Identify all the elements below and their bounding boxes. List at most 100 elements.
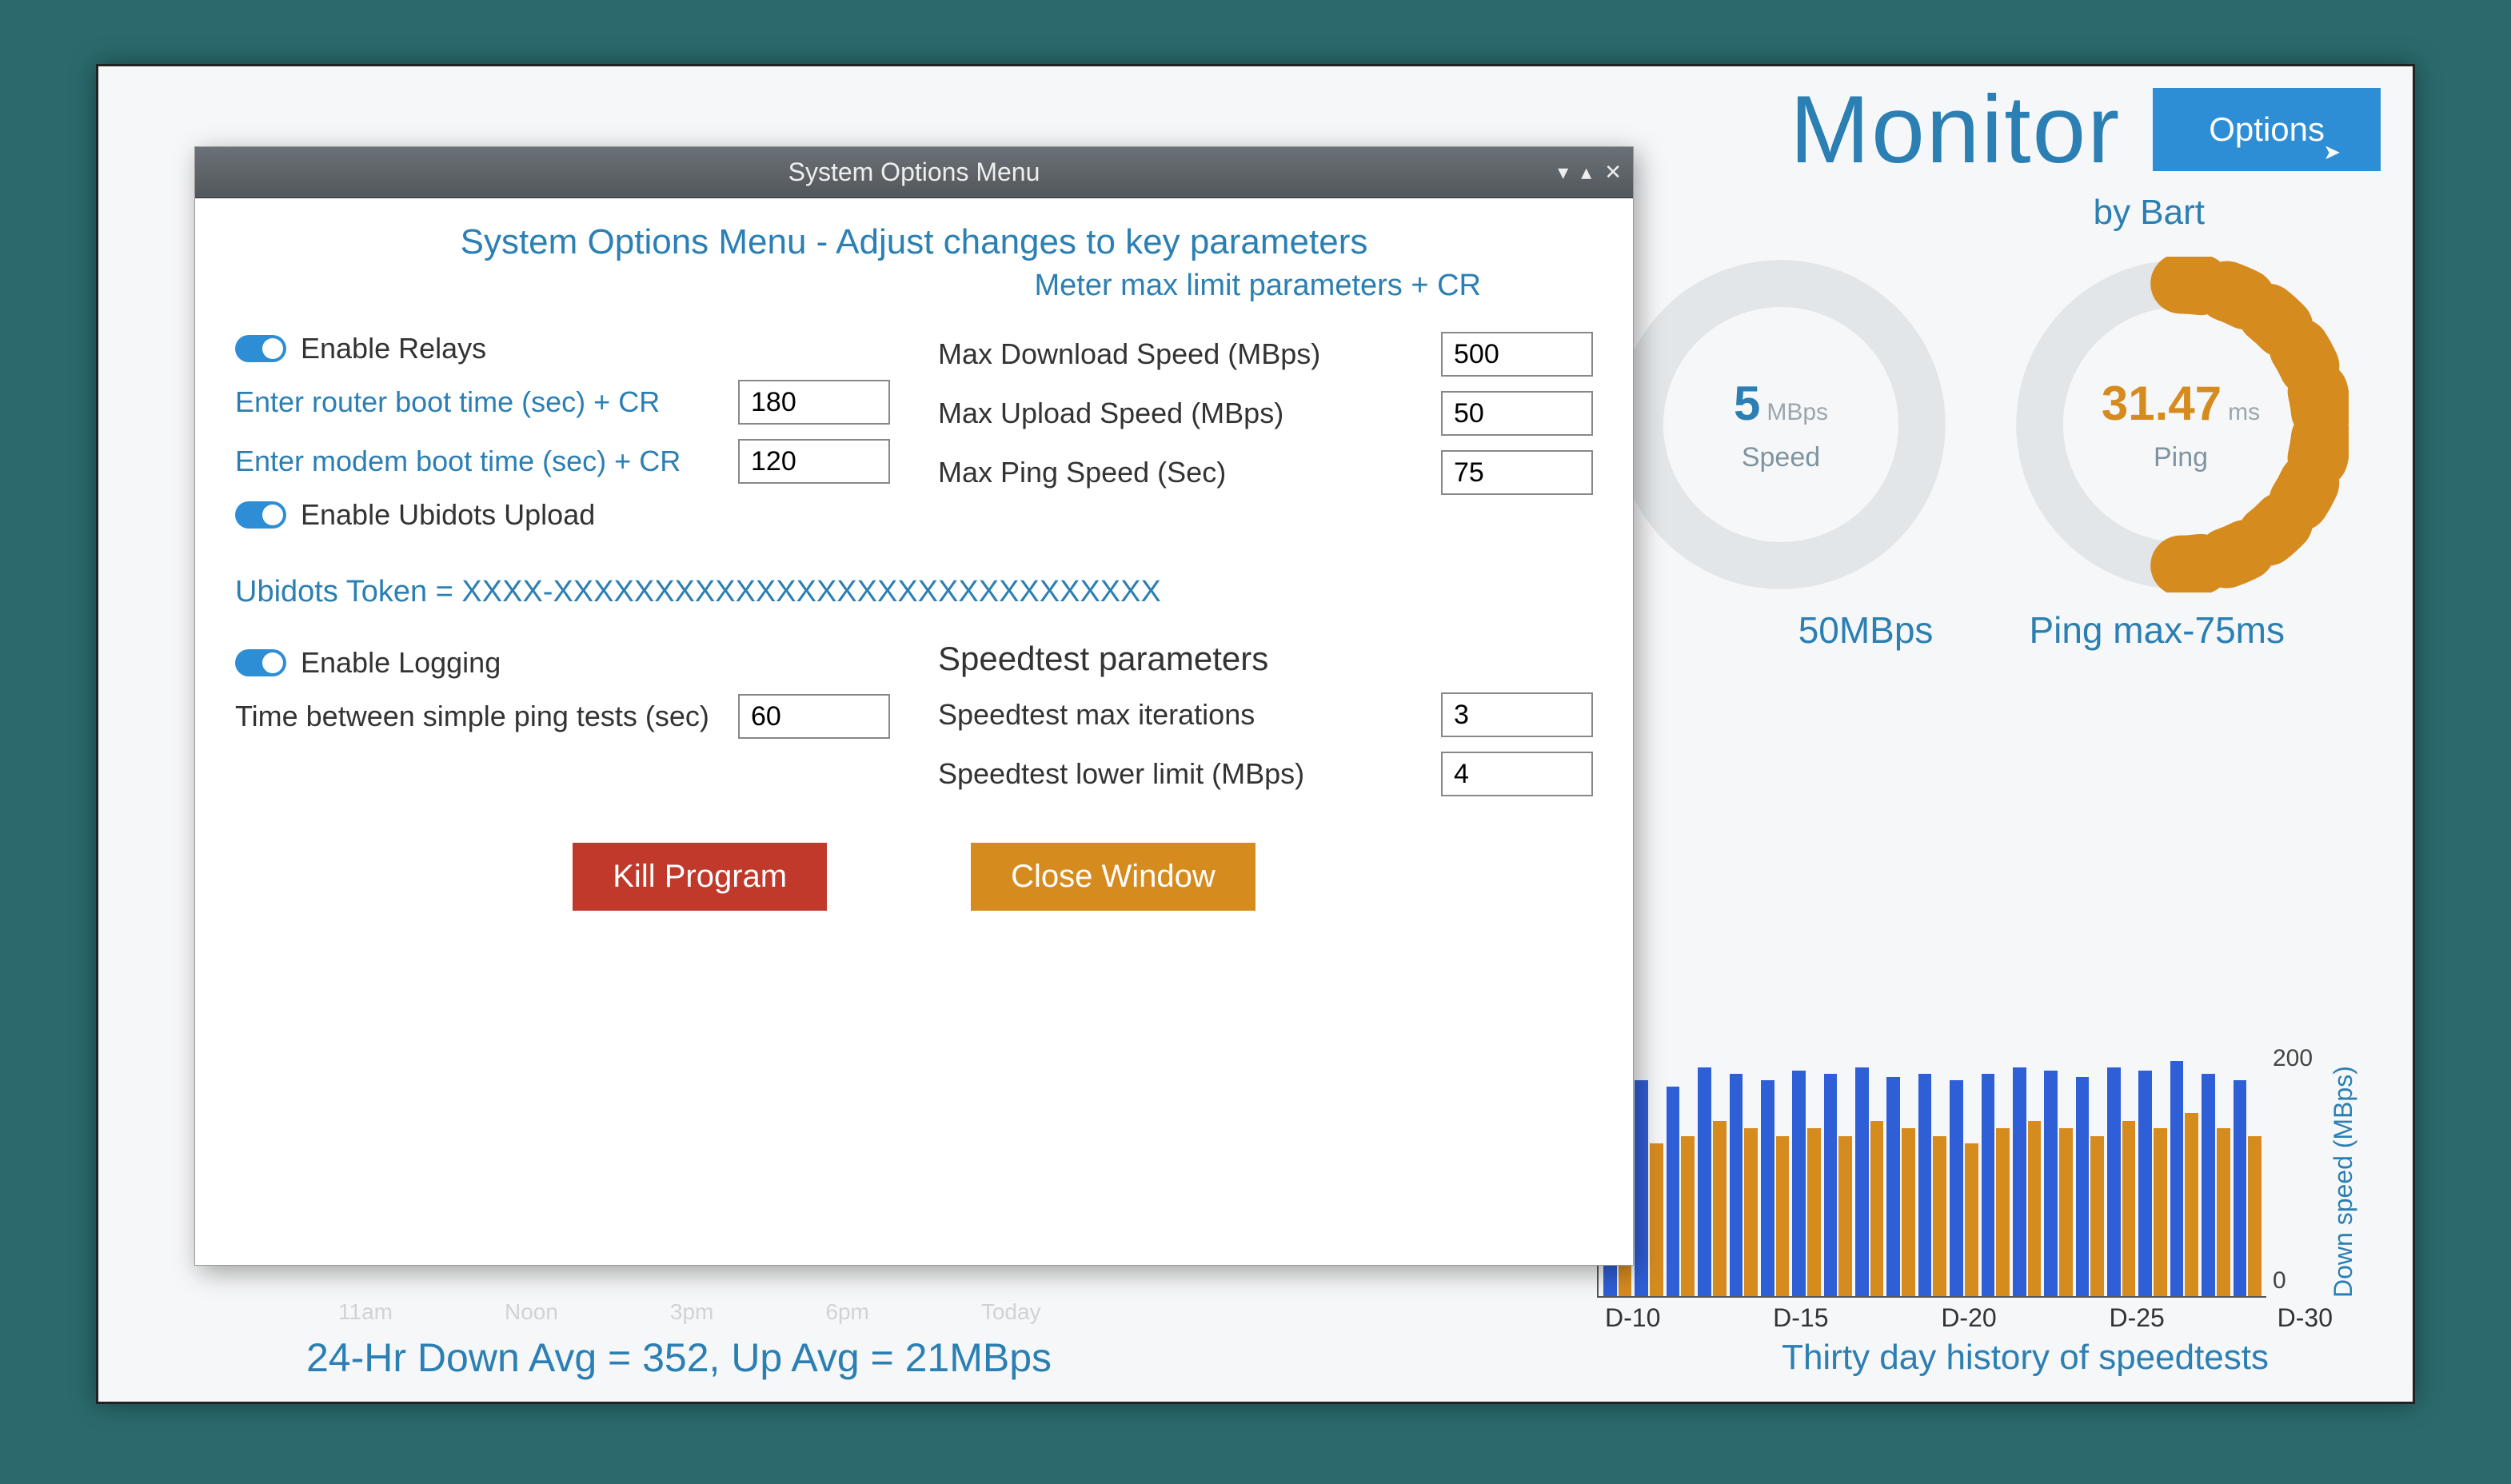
bar-group <box>1824 1042 1852 1296</box>
ubidots-token: Ubidots Token = XXXX-XXXXXXXXXXXXXXXXXXX… <box>235 575 1593 609</box>
bar-group <box>1950 1042 1978 1296</box>
speedtest-lower-input[interactable] <box>1441 752 1593 796</box>
history-chart: 200 0 Down speed (MBps) <box>1597 1042 2365 1298</box>
down-bar <box>1824 1074 1838 1296</box>
ping-gauge: 31.47ms Ping <box>2013 257 2349 592</box>
dialog-titlebar[interactable]: System Options Menu ▾ ▴ ✕ <box>195 147 1633 198</box>
down-bar <box>1730 1074 1743 1296</box>
close-icon[interactable]: ✕ <box>1604 160 1622 185</box>
app-screen: Monitor Options ➤ by Bart 5MBps Speed <box>96 64 2415 1404</box>
down-bar <box>2170 1061 2184 1296</box>
bar-group <box>1918 1042 1946 1296</box>
up-bar <box>1776 1136 1790 1296</box>
down-bar <box>1667 1087 1680 1296</box>
bar-group <box>2076 1042 2104 1296</box>
xtick: D-25 <box>2109 1303 2164 1333</box>
up-bar <box>1965 1143 1978 1296</box>
cursor-icon: ➤ <box>2323 140 2341 165</box>
up-bar <box>1713 1121 1727 1296</box>
ytick: 200 <box>2273 1045 2313 1072</box>
down-bar <box>1635 1080 1648 1296</box>
options-button[interactable]: Options ➤ <box>2153 88 2381 171</box>
down-bar <box>2138 1071 2152 1296</box>
up-bar <box>2059 1128 2073 1296</box>
down-bar <box>1761 1080 1774 1296</box>
up-bar <box>1838 1136 1852 1296</box>
bar-group <box>1698 1042 1726 1296</box>
up-bar <box>1902 1128 1915 1296</box>
hour-tick: 11am <box>338 1299 393 1325</box>
enable-ubidots-toggle[interactable] <box>235 501 286 529</box>
ping-interval-label: Time between simple ping tests (sec) <box>235 700 724 733</box>
hour-tick: Noon <box>505 1299 558 1325</box>
up-bar <box>2217 1128 2230 1296</box>
bar-group <box>2202 1042 2230 1296</box>
bar-group <box>1855 1042 1883 1296</box>
dialog-title: System Options Menu <box>788 158 1040 187</box>
bar-group <box>1730 1042 1758 1296</box>
enable-logging-toggle[interactable] <box>235 649 286 676</box>
enable-ubidots-label: Enable Ubidots Upload <box>301 498 595 532</box>
bar-group <box>1667 1042 1695 1296</box>
upload-max: 50MBps <box>1798 608 1934 652</box>
upload-gauge: 5MBps Speed <box>1613 257 1949 592</box>
up-bar <box>2154 1128 2167 1296</box>
up-bar <box>2185 1113 2198 1296</box>
up-bar <box>1870 1121 1884 1296</box>
kill-program-button[interactable]: Kill Program <box>573 843 827 911</box>
up-bar <box>1650 1143 1663 1296</box>
dialog-subheading: Meter max limit parameters + CR <box>235 269 1593 303</box>
down-bar <box>2076 1077 2090 1296</box>
speedtest-iter-label: Speedtest max iterations <box>938 698 1427 732</box>
maximize-icon[interactable]: ▴ <box>1581 160 1591 185</box>
hour-tick: 3pm <box>670 1299 713 1325</box>
up-bar <box>2122 1121 2136 1296</box>
bar-group <box>2013 1042 2041 1296</box>
xtick: D-20 <box>1941 1303 1996 1333</box>
enable-logging-label: Enable Logging <box>301 646 501 680</box>
down-bar <box>2044 1071 2058 1296</box>
max-dl-label: Max Download Speed (MBps) <box>938 337 1427 371</box>
bar-group <box>2138 1042 2166 1296</box>
speedtest-iter-input[interactable] <box>1441 692 1593 737</box>
bar-group <box>2234 1042 2261 1296</box>
ping-interval-input[interactable] <box>738 694 890 739</box>
up-bar <box>2248 1136 2261 1296</box>
bar-group <box>2170 1042 2198 1296</box>
max-dl-input[interactable] <box>1441 332 1593 377</box>
app-title: Monitor <box>1790 74 2121 185</box>
chart-title: Thirty day history of speedtests <box>1782 1338 2269 1378</box>
modem-boot-input[interactable] <box>738 439 890 484</box>
system-options-dialog: System Options Menu ▾ ▴ ✕ System Options… <box>194 146 1634 1266</box>
down-bar <box>1792 1071 1806 1296</box>
down-bar <box>1886 1077 1900 1296</box>
up-bar <box>1744 1128 1758 1296</box>
bar-group <box>1886 1042 1914 1296</box>
xtick: D-30 <box>2277 1303 2333 1333</box>
down-bar <box>1918 1074 1932 1296</box>
enable-relays-toggle[interactable] <box>235 335 286 362</box>
ytick: 0 <box>2273 1267 2286 1295</box>
bar-group <box>1982 1042 2010 1296</box>
max-ping-label: Max Ping Speed (Sec) <box>938 456 1427 489</box>
bar-group <box>1635 1042 1663 1296</box>
up-bar <box>2028 1121 2042 1296</box>
hour-tick: Today <box>981 1299 1041 1325</box>
router-boot-label: Enter router boot time (sec) + CR <box>235 385 724 419</box>
down-bar <box>1982 1074 1995 1296</box>
router-boot-input[interactable] <box>738 380 890 425</box>
minimize-icon[interactable]: ▾ <box>1558 160 1568 185</box>
max-ping-input[interactable] <box>1441 450 1593 495</box>
down-bar <box>2234 1080 2247 1296</box>
max-ul-input[interactable] <box>1441 391 1593 436</box>
up-bar <box>1933 1136 1946 1296</box>
enable-relays-label: Enable Relays <box>301 332 486 365</box>
down-bar <box>1855 1067 1869 1296</box>
speedtest-heading: Speedtest parameters <box>938 640 1593 678</box>
max-ul-label: Max Upload Speed (MBps) <box>938 397 1427 430</box>
down-bar <box>2107 1067 2121 1296</box>
bar-group <box>2044 1042 2072 1296</box>
down-bar <box>2202 1074 2215 1296</box>
close-window-button[interactable]: Close Window <box>971 843 1256 911</box>
speedtest-lower-label: Speedtest lower limit (MBps) <box>938 757 1427 791</box>
